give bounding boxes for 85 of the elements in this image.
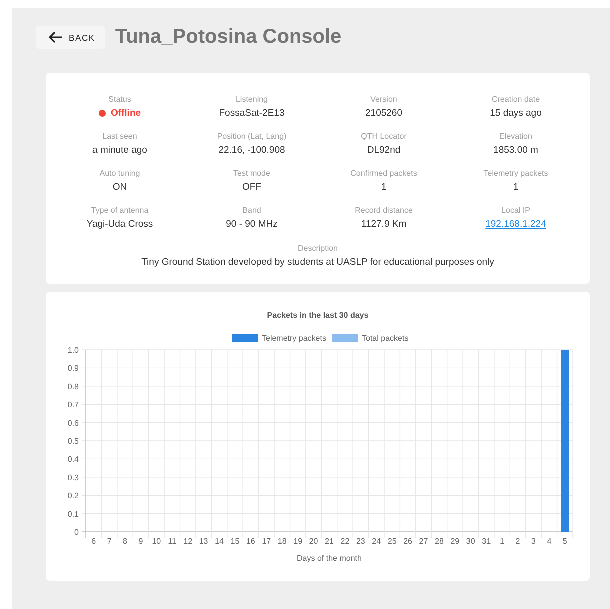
- x-tick-label: 4: [547, 537, 552, 546]
- info-label: Listening: [236, 95, 268, 104]
- x-tick-label: 11: [168, 537, 177, 546]
- info-value: OFF: [242, 182, 262, 193]
- info-label: Test mode: [234, 169, 270, 178]
- y-tick-label: 0.8: [68, 382, 79, 392]
- info-value: 1: [513, 182, 519, 193]
- x-tick-label: 10: [152, 537, 162, 546]
- legend-label: Total packets: [362, 334, 409, 343]
- description-text: Tiny Ground Station developed by students at UASLP for educational purposes only: [142, 257, 494, 268]
- x-tick-label: 23: [356, 537, 366, 546]
- x-tick-label: 6: [92, 537, 96, 546]
- info-value: 22.16, -100.908: [218, 145, 286, 156]
- info-value: 2105260: [366, 108, 402, 119]
- info-value: 15 days ago: [490, 108, 542, 119]
- x-tick-label: 18: [278, 537, 287, 546]
- info-value: 1853.00 m: [494, 145, 538, 156]
- x-tick-label: 7: [107, 537, 112, 546]
- legend-swatch: [332, 334, 358, 342]
- x-tick-label: 20: [309, 537, 318, 546]
- ip-link[interactable]: 192.168.1.224: [486, 219, 546, 230]
- description-label: Description: [298, 244, 338, 253]
- x-tick-label: 31: [482, 537, 492, 546]
- info-value: ON: [112, 182, 128, 193]
- x-tick-label: 24: [372, 537, 382, 546]
- legend-swatch: [232, 334, 258, 342]
- y-tick-label: 0.9: [68, 364, 79, 374]
- x-axis-title: Days of the month: [297, 554, 362, 563]
- back-button[interactable]: BACK: [36, 26, 106, 49]
- x-tick-label: 29: [450, 537, 460, 546]
- info-label: Telemetry packets: [484, 169, 548, 178]
- x-tick-label: 19: [294, 537, 303, 546]
- info-label: Version: [370, 95, 398, 104]
- info-value: FossaSat-2E13: [219, 108, 285, 119]
- page-title: Tuna_Potosina Console: [115, 26, 342, 49]
- info-label: Record distance: [355, 206, 413, 215]
- y-tick-label: 0.4: [68, 455, 79, 464]
- y-tick-label: 0.6: [68, 418, 79, 428]
- y-tick-label: 1.0: [68, 346, 79, 355]
- back-arrow-icon: [48, 31, 63, 44]
- y-tick-label: 0.5: [68, 437, 79, 446]
- x-tick-label: 9: [138, 537, 144, 546]
- info-label: Auto tuning: [100, 169, 140, 178]
- y-tick-label: 0.1: [68, 510, 79, 519]
- legend-label: Telemetry packets: [262, 334, 326, 343]
- x-tick-label: 25: [388, 537, 397, 546]
- x-tick-label: 13: [199, 537, 208, 546]
- info-label: Type of antenna: [91, 206, 149, 215]
- chart-title: Packets in the last 30 days: [267, 311, 369, 320]
- y-tick-label: 0.3: [68, 473, 79, 482]
- info-value: DL92nd: [367, 145, 401, 156]
- info-label: Last seen: [102, 132, 138, 141]
- x-tick-label: 30: [466, 537, 476, 546]
- x-tick-label: 1: [500, 537, 505, 546]
- x-tick-label: 28: [435, 537, 444, 546]
- info-value: 1127.9 Km: [361, 219, 407, 230]
- x-tick-label: 2: [516, 537, 520, 546]
- y-tick-label: 0.7: [68, 400, 79, 410]
- info-label: Position (Lat, Lang): [217, 132, 287, 141]
- info-value: Offline: [110, 108, 142, 119]
- info-value: 90 - 90 MHz: [226, 219, 278, 230]
- info-label: QTH Locator: [361, 132, 407, 141]
- x-tick-label: 26: [404, 537, 412, 546]
- info-label: Band: [242, 206, 262, 215]
- info-label: Confirmed packets: [350, 169, 418, 178]
- x-tick-label: 27: [419, 537, 428, 546]
- info-value: a minute ago: [92, 145, 148, 156]
- info-label: Local IP: [502, 206, 530, 215]
- x-tick-label: 17: [262, 537, 272, 546]
- info-value: Yagi-Uda Cross: [86, 219, 154, 230]
- info-label: Creation date: [492, 95, 540, 104]
- info-value: 1: [381, 182, 387, 193]
- y-tick-label: 0.2: [68, 492, 79, 501]
- x-tick-label: 15: [230, 537, 240, 546]
- x-tick-label: 8: [123, 537, 128, 546]
- x-tick-label: 16: [246, 537, 256, 546]
- info-label: Status: [108, 95, 132, 104]
- info-label: Elevation: [500, 132, 532, 141]
- x-tick-label: 12: [184, 537, 193, 546]
- x-tick-label: 3: [532, 537, 536, 546]
- x-tick-label: 14: [215, 537, 224, 546]
- x-tick-label: 22: [340, 537, 350, 546]
- y-tick-label: 0: [74, 528, 79, 537]
- x-tick-label: 5: [562, 537, 568, 546]
- x-tick-label: 21: [325, 537, 334, 546]
